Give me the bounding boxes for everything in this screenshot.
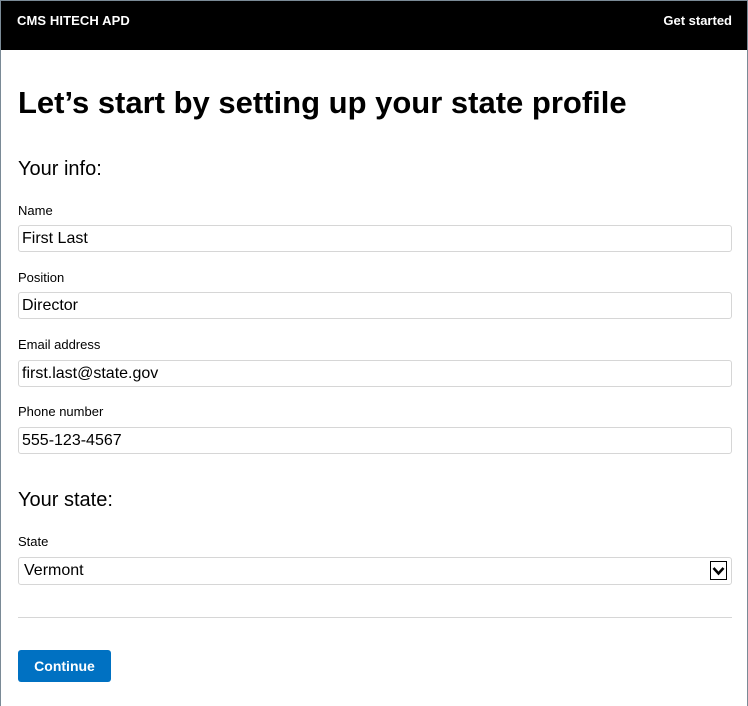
email-label: Email address [18,337,101,352]
your-state-heading: Your state: [18,489,113,511]
name-label: Name [18,203,53,218]
state-select-value: Vermont [24,562,84,579]
get-started-link[interactable]: Get started [663,13,732,28]
state-select[interactable]: Vermont [18,557,732,585]
state-label: State [18,534,49,549]
chevron-down-icon[interactable] [710,561,727,580]
chevron-down-icon-glyph [712,567,725,576]
continue-button[interactable]: Continue [18,650,111,682]
position-input[interactable] [18,292,732,319]
page-title: Let’s start by setting up your state pro… [18,85,627,120]
email-input[interactable] [18,360,732,387]
name-input[interactable] [18,225,732,252]
app-window: CMS HITECH APD Get started Let’s start b… [0,0,748,706]
form-divider [18,617,732,618]
phone-label: Phone number [18,404,104,419]
top-navigation-bar: CMS HITECH APD Get started [1,0,747,50]
site-brand: CMS HITECH APD [17,13,130,28]
phone-input[interactable] [18,427,732,454]
position-label: Position [18,270,65,285]
your-info-heading: Your info: [18,158,102,180]
